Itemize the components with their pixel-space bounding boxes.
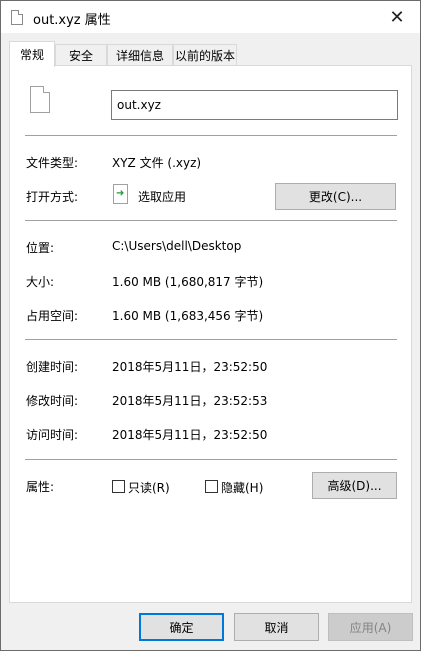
size-on-disk-value: 1.60 MB (1,683,456 字节) (112, 309, 264, 323)
close-icon[interactable]: ✕ (374, 1, 420, 33)
change-button[interactable]: 更改(C)... (275, 183, 396, 210)
size-label: 大小: (26, 275, 55, 289)
divider (25, 220, 397, 221)
hidden-checkbox[interactable] (205, 480, 218, 493)
accessed-label: 访问时间: (26, 428, 79, 442)
tab-details[interactable]: 详细信息 (107, 44, 173, 66)
open-with-value: 选取应用 (138, 190, 187, 204)
ok-button[interactable]: 确定 (139, 613, 224, 641)
advanced-button[interactable]: 高级(D)... (312, 472, 397, 499)
tab-bar: 常规 安全 详细信息 以前的版本 (9, 41, 414, 67)
file-type-label: 文件类型: (26, 156, 79, 170)
apply-button[interactable]: 应用(A) (328, 613, 413, 641)
hidden-label[interactable]: 隐藏(H) (221, 479, 263, 496)
modified-label: 修改时间: (26, 394, 79, 408)
general-panel: 文件类型: XYZ 文件 (.xyz) 打开方式: 选取应用 更改(C)... … (9, 65, 412, 603)
file-name-input[interactable] (111, 90, 398, 120)
readonly-label[interactable]: 只读(R) (128, 479, 170, 496)
location-value: C:\Users\dell\Desktop (112, 239, 242, 253)
created-label: 创建时间: (26, 360, 79, 374)
divider (25, 459, 397, 460)
tab-previous-versions[interactable]: 以前的版本 (173, 44, 237, 66)
choose-app-icon (113, 184, 128, 204)
divider (25, 135, 397, 136)
file-type-value: XYZ 文件 (.xyz) (112, 156, 202, 170)
modified-value: 2018年5月11日，23:52:53 (112, 394, 268, 408)
size-on-disk-label: 占用空间: (26, 309, 79, 323)
created-value: 2018年5月11日，23:52:50 (112, 360, 268, 374)
accessed-value: 2018年5月11日，23:52:50 (112, 428, 268, 442)
document-icon (30, 86, 50, 113)
file-icon (11, 10, 23, 25)
title-bar: out.xyz 属性 ✕ (1, 1, 420, 33)
tab-security[interactable]: 安全 (55, 44, 107, 66)
size-value: 1.60 MB (1,680,817 字节) (112, 275, 264, 289)
properties-dialog: out.xyz 属性 ✕ 常规 安全 详细信息 以前的版本 文件类型: XYZ … (0, 0, 421, 651)
window-title: out.xyz 属性 (33, 13, 111, 28)
tab-general[interactable]: 常规 (9, 41, 55, 67)
location-label: 位置: (26, 241, 55, 255)
divider (25, 339, 397, 340)
readonly-checkbox[interactable] (112, 480, 125, 493)
cancel-button[interactable]: 取消 (234, 613, 319, 641)
open-with-label: 打开方式: (26, 190, 79, 204)
attributes-label: 属性: (26, 480, 55, 494)
